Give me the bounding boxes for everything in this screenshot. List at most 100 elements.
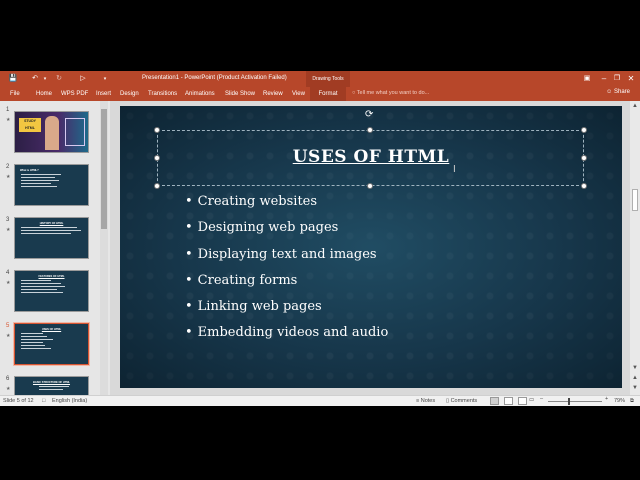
star-icon: ★ (6, 333, 11, 339)
slide-thumbnail-4[interactable]: FEATURES OF HTML (14, 270, 89, 312)
thumb-number: 4 (6, 270, 10, 276)
thumb-title: STUDY HTML (19, 118, 41, 132)
minimize-icon[interactable]: – (598, 73, 610, 85)
tell-me-text: Tell me what you want to do... (356, 90, 430, 96)
thumb-number: 6 (6, 376, 10, 382)
tab-home[interactable]: Home (36, 89, 52, 101)
tab-format[interactable]: Format (310, 87, 346, 101)
comments-label: Comments (450, 398, 478, 404)
zoom-in-icon[interactable]: + (605, 396, 608, 402)
undo-dropdown-icon[interactable]: ▾ (40, 74, 50, 84)
slide-thumbnail-6[interactable]: BASIC STRUCTURE OF HTML (14, 376, 89, 395)
bullet-item: • Displaying text and images (185, 246, 377, 262)
share-label: Share (613, 89, 630, 95)
redo-icon[interactable]: ↻ (54, 74, 64, 84)
notes-label: Notes (420, 398, 436, 404)
tab-review[interactable]: Review (263, 89, 283, 101)
tab-transitions[interactable]: Transitions (148, 89, 177, 101)
resize-handle[interactable] (367, 127, 373, 133)
thumb-title: HISTORY OF HTML (39, 222, 64, 225)
customize-qat-icon[interactable]: ▾ (100, 74, 110, 84)
status-bar: Slide 5 of 12 □ English (India) ≡ Notes … (0, 395, 640, 406)
comments-button[interactable]: ▯ Comments (446, 398, 477, 404)
thumb-title: What is HTML? (20, 169, 39, 172)
ribbon-display-options-icon[interactable]: ▣ (581, 73, 593, 85)
resize-handle[interactable] (154, 183, 160, 189)
undo-icon[interactable]: ↶ (30, 74, 40, 84)
thumb-title: USES OF HTML (41, 328, 62, 331)
slide-title[interactable]: USES OF HTML (120, 147, 622, 167)
thumb-title: FEATURES OF HTML (38, 275, 65, 278)
tab-insert[interactable]: Insert (96, 89, 111, 101)
resize-handle[interactable] (154, 127, 160, 133)
thumb-graphic (65, 118, 85, 146)
resize-handle[interactable] (581, 127, 587, 133)
slide-scroll-thumb[interactable] (632, 189, 638, 211)
slide-thumbnail-3[interactable]: HISTORY OF HTML (14, 217, 89, 259)
slideshow-view-icon[interactable]: ▭ (529, 397, 534, 403)
rotate-handle-icon[interactable]: ⟳ (365, 110, 373, 120)
tab-wps-pdf[interactable]: WPS PDF (61, 89, 88, 101)
start-from-beginning-icon[interactable]: ▷ (78, 74, 88, 84)
tell-me-search[interactable]: ○ Tell me what you want to do... (352, 90, 429, 96)
slide[interactable]: ⟳ USES OF HTML I • Creating websites • Des… (120, 106, 622, 388)
language-indicator[interactable]: English (India) (52, 398, 87, 404)
star-icon: ★ (6, 280, 11, 286)
star-icon: ★ (6, 117, 11, 123)
tab-animations[interactable]: Animations (185, 89, 215, 101)
fit-slide-icon[interactable]: ⧉ (630, 398, 634, 405)
star-icon: ★ (6, 174, 11, 180)
thumbnails-scroll-thumb[interactable] (101, 109, 107, 229)
slide-thumbnail-1[interactable]: STUDY HTML (14, 111, 89, 153)
bullet-item: • Designing web pages (185, 220, 339, 236)
thumbnails-scrollbar[interactable] (100, 101, 108, 395)
person-icon: ☺ (606, 89, 613, 95)
slide-thumbnail-5[interactable]: USES OF HTML (13, 322, 90, 366)
slide-sorter-icon[interactable] (504, 397, 513, 405)
tab-design[interactable]: Design (120, 89, 139, 101)
zoom-slider-knob[interactable] (568, 398, 571, 405)
share-button[interactable]: ☺ Share (606, 89, 630, 95)
tab-view[interactable]: View (292, 89, 305, 101)
title-bar: 💾 ↶ ▾ ↻ ▷ ▾ Presentation1 - PowerPoint (… (0, 71, 640, 87)
zoom-slider[interactable] (548, 398, 602, 405)
tab-slide-show[interactable]: Slide Show (225, 89, 255, 101)
powerpoint-window: 💾 ↶ ▾ ↻ ▷ ▾ Presentation1 - PowerPoint (… (0, 71, 640, 406)
notes-icon: ≡ (416, 398, 420, 404)
bullet-item: • Embedding videos and audio (185, 325, 389, 341)
save-icon[interactable]: 💾 (8, 74, 18, 84)
bullet-item: • Creating websites (185, 194, 318, 209)
previous-slide-icon[interactable]: ▲ (630, 373, 640, 383)
thumb-number: 3 (6, 217, 10, 223)
zoom-level[interactable]: 79% (614, 398, 625, 404)
resize-handle[interactable] (581, 183, 587, 189)
close-icon[interactable]: ✕ (625, 73, 637, 85)
notes-button[interactable]: ≡ Notes (416, 398, 435, 404)
bullet-item: • Creating forms (185, 272, 298, 288)
person-image (45, 116, 59, 150)
comments-icon: ▯ (446, 398, 450, 404)
thumb-number: 5 (6, 323, 10, 329)
tab-file[interactable]: File (10, 89, 20, 101)
bullet-list[interactable]: • Creating websites • Designing web pages … (185, 189, 388, 347)
slide-scrollbar[interactable]: ▲ ▼ ▲ ▼ (630, 101, 640, 395)
slide-thumbnails-pane: 1 ★ STUDY HTML 2 ★ What is HTML? 3 ★ HIS… (0, 101, 110, 395)
spell-check-icon[interactable]: □ (42, 398, 45, 404)
ribbon-tabs: File Home WPS PDF Insert Design Transiti… (0, 87, 640, 101)
scroll-up-icon[interactable]: ▲ (630, 101, 640, 111)
reading-view-icon[interactable] (518, 397, 527, 405)
next-slide-icon[interactable]: ▼ (630, 383, 640, 393)
slide-thumbnail-2[interactable]: What is HTML? (14, 164, 89, 206)
bullet-item: • Linking web pages (185, 299, 322, 315)
zoom-out-icon[interactable]: – (540, 396, 543, 402)
thumb-number: 1 (6, 107, 10, 113)
slide-editing-area: ⟳ USES OF HTML I • Creating websites • Des… (110, 101, 630, 395)
slide-counter: Slide 5 of 12 (3, 398, 34, 404)
text-cursor-icon: I (453, 164, 456, 175)
thumb-title: BASIC STRUCTURE OF HTML (32, 381, 71, 384)
scroll-down-icon[interactable]: ▼ (630, 363, 640, 373)
thumb-number: 2 (6, 164, 10, 170)
document-title: Presentation1 - PowerPoint (Product Acti… (142, 75, 287, 81)
normal-view-icon[interactable] (490, 397, 499, 405)
restore-icon[interactable]: ❐ (611, 73, 623, 85)
